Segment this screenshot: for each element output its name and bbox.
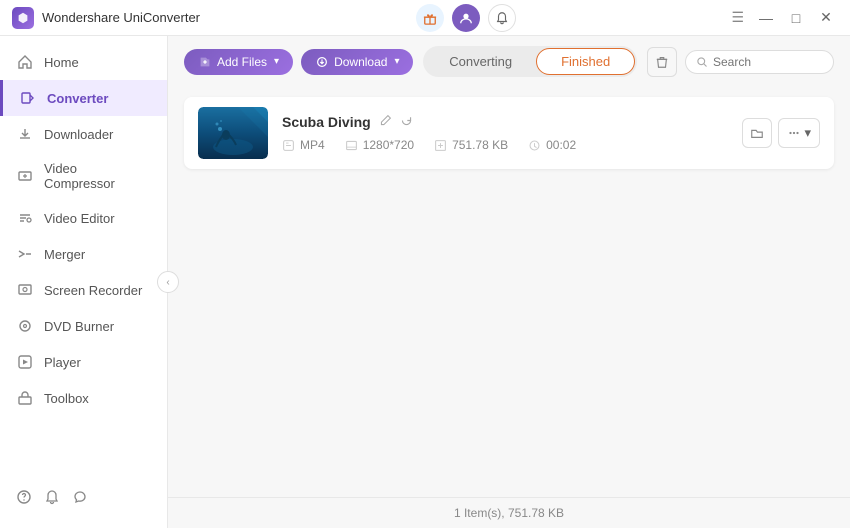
home-icon bbox=[16, 53, 34, 71]
add-files-label: Add Files bbox=[217, 55, 267, 69]
sidebar-label-screen-recorder: Screen Recorder bbox=[44, 283, 142, 298]
search-icon bbox=[696, 56, 708, 68]
sidebar-item-converter[interactable]: Converter bbox=[0, 80, 167, 116]
app-title: Wondershare UniConverter bbox=[42, 10, 200, 25]
open-folder-btn[interactable] bbox=[742, 118, 772, 148]
file-actions: ▾ bbox=[742, 118, 820, 148]
main-layout: Home Converter Downloader Video Compress… bbox=[0, 36, 850, 528]
video-editor-icon bbox=[16, 209, 34, 227]
file-name-row: Scuba Diving bbox=[282, 114, 728, 130]
download-label: Download bbox=[334, 55, 387, 69]
duration-icon bbox=[528, 139, 541, 152]
refresh-icon[interactable] bbox=[400, 114, 413, 130]
add-files-btn[interactable]: Add Files ▾ bbox=[184, 49, 293, 75]
download-btn[interactable]: Download ▾ bbox=[301, 49, 413, 75]
tab-converting[interactable]: Converting bbox=[425, 49, 536, 74]
file-thumbnail bbox=[198, 107, 268, 159]
sidebar-item-toolbox[interactable]: Toolbox bbox=[0, 380, 167, 416]
tab-finished[interactable]: Finished bbox=[536, 48, 635, 75]
download-arrow: ▾ bbox=[394, 56, 399, 67]
file-name: Scuba Diving bbox=[282, 114, 371, 130]
user-icon-btn[interactable] bbox=[452, 4, 480, 32]
app-icon bbox=[12, 7, 34, 29]
file-list: Scuba Diving MP4 bbox=[168, 87, 850, 497]
sidebar-label-video-compressor: Video Compressor bbox=[44, 161, 151, 191]
toolbar: Add Files ▾ Download ▾ Converting Finish… bbox=[168, 36, 850, 87]
sidebar-item-video-compressor[interactable]: Video Compressor bbox=[0, 152, 167, 200]
sidebar-item-dvd-burner[interactable]: DVD Burner bbox=[0, 308, 167, 344]
sidebar: Home Converter Downloader Video Compress… bbox=[0, 36, 168, 528]
converter-icon bbox=[19, 89, 37, 107]
title-bar-left: Wondershare UniConverter bbox=[12, 7, 200, 29]
add-files-arrow: ▾ bbox=[274, 56, 279, 67]
dvd-burner-icon bbox=[16, 317, 34, 335]
toolbar-left: Add Files ▾ Download ▾ bbox=[184, 49, 413, 75]
notification-footer-icon[interactable] bbox=[44, 489, 60, 510]
file-size: 751.78 KB bbox=[452, 138, 508, 152]
sidebar-item-merger[interactable]: Merger bbox=[0, 236, 167, 272]
file-resolution: 1280*720 bbox=[363, 138, 414, 152]
screen-recorder-icon bbox=[16, 281, 34, 299]
status-text: 1 Item(s), 751.78 KB bbox=[454, 506, 564, 520]
status-bar: 1 Item(s), 751.78 KB bbox=[168, 497, 850, 528]
file-format: MP4 bbox=[300, 138, 325, 152]
help-icon[interactable] bbox=[16, 489, 32, 510]
sidebar-footer bbox=[0, 479, 167, 520]
file-duration: 00:02 bbox=[546, 138, 576, 152]
maximize-btn[interactable]: □ bbox=[784, 6, 808, 30]
window-controls: ☰ — □ ✕ bbox=[731, 6, 838, 30]
meta-format: MP4 bbox=[282, 138, 325, 152]
sidebar-item-screen-recorder[interactable]: Screen Recorder bbox=[0, 272, 167, 308]
file-info: Scuba Diving MP4 bbox=[282, 114, 728, 152]
edit-name-icon[interactable] bbox=[379, 114, 392, 130]
format-icon bbox=[282, 139, 295, 152]
search-box[interactable] bbox=[685, 50, 834, 74]
sidebar-label-video-editor: Video Editor bbox=[44, 211, 115, 226]
sidebar-label-merger: Merger bbox=[44, 247, 85, 262]
downloader-icon bbox=[16, 125, 34, 143]
minimize-btn[interactable]: — bbox=[754, 6, 778, 30]
trash-btn[interactable] bbox=[647, 47, 677, 77]
meta-resolution: 1280*720 bbox=[345, 138, 414, 152]
sidebar-label-player: Player bbox=[44, 355, 81, 370]
resolution-icon bbox=[345, 139, 358, 152]
sidebar-item-downloader[interactable]: Downloader bbox=[0, 116, 167, 152]
more-chevron-icon: ▾ bbox=[804, 125, 811, 141]
file-meta: MP4 1280*720 751.78 KB 00:02 bbox=[282, 138, 728, 152]
toolbar-right bbox=[647, 47, 834, 77]
size-icon bbox=[434, 139, 447, 152]
meta-size: 751.78 KB bbox=[434, 138, 508, 152]
more-options-btn[interactable]: ▾ bbox=[778, 118, 820, 148]
player-icon bbox=[16, 353, 34, 371]
video-compressor-icon bbox=[16, 167, 34, 185]
table-row: Scuba Diving MP4 bbox=[184, 97, 834, 169]
sidebar-label-downloader: Downloader bbox=[44, 127, 113, 142]
meta-duration: 00:02 bbox=[528, 138, 576, 152]
feedback-icon[interactable] bbox=[72, 489, 88, 510]
sidebar-item-home[interactable]: Home bbox=[0, 44, 167, 80]
toolbox-icon bbox=[16, 389, 34, 407]
bell-icon-btn[interactable] bbox=[488, 4, 516, 32]
close-btn[interactable]: ✕ bbox=[814, 6, 838, 30]
sidebar-collapse-btn[interactable]: ‹ bbox=[157, 271, 179, 293]
search-input[interactable] bbox=[713, 55, 823, 69]
sidebar-item-video-editor[interactable]: Video Editor bbox=[0, 200, 167, 236]
sidebar-item-player[interactable]: Player bbox=[0, 344, 167, 380]
merger-icon bbox=[16, 245, 34, 263]
tabs: Converting Finished bbox=[423, 46, 637, 77]
sidebar-label-dvd-burner: DVD Burner bbox=[44, 319, 114, 334]
header-icons bbox=[416, 4, 516, 32]
sidebar-label-home: Home bbox=[44, 55, 79, 70]
title-bar: Wondershare UniConverter ☰ — □ ✕ bbox=[0, 0, 850, 36]
sidebar-label-toolbox: Toolbox bbox=[44, 391, 89, 406]
sidebar-label-converter: Converter bbox=[47, 91, 108, 106]
content-area: Add Files ▾ Download ▾ Converting Finish… bbox=[168, 36, 850, 528]
gift-icon-btn[interactable] bbox=[416, 4, 444, 32]
